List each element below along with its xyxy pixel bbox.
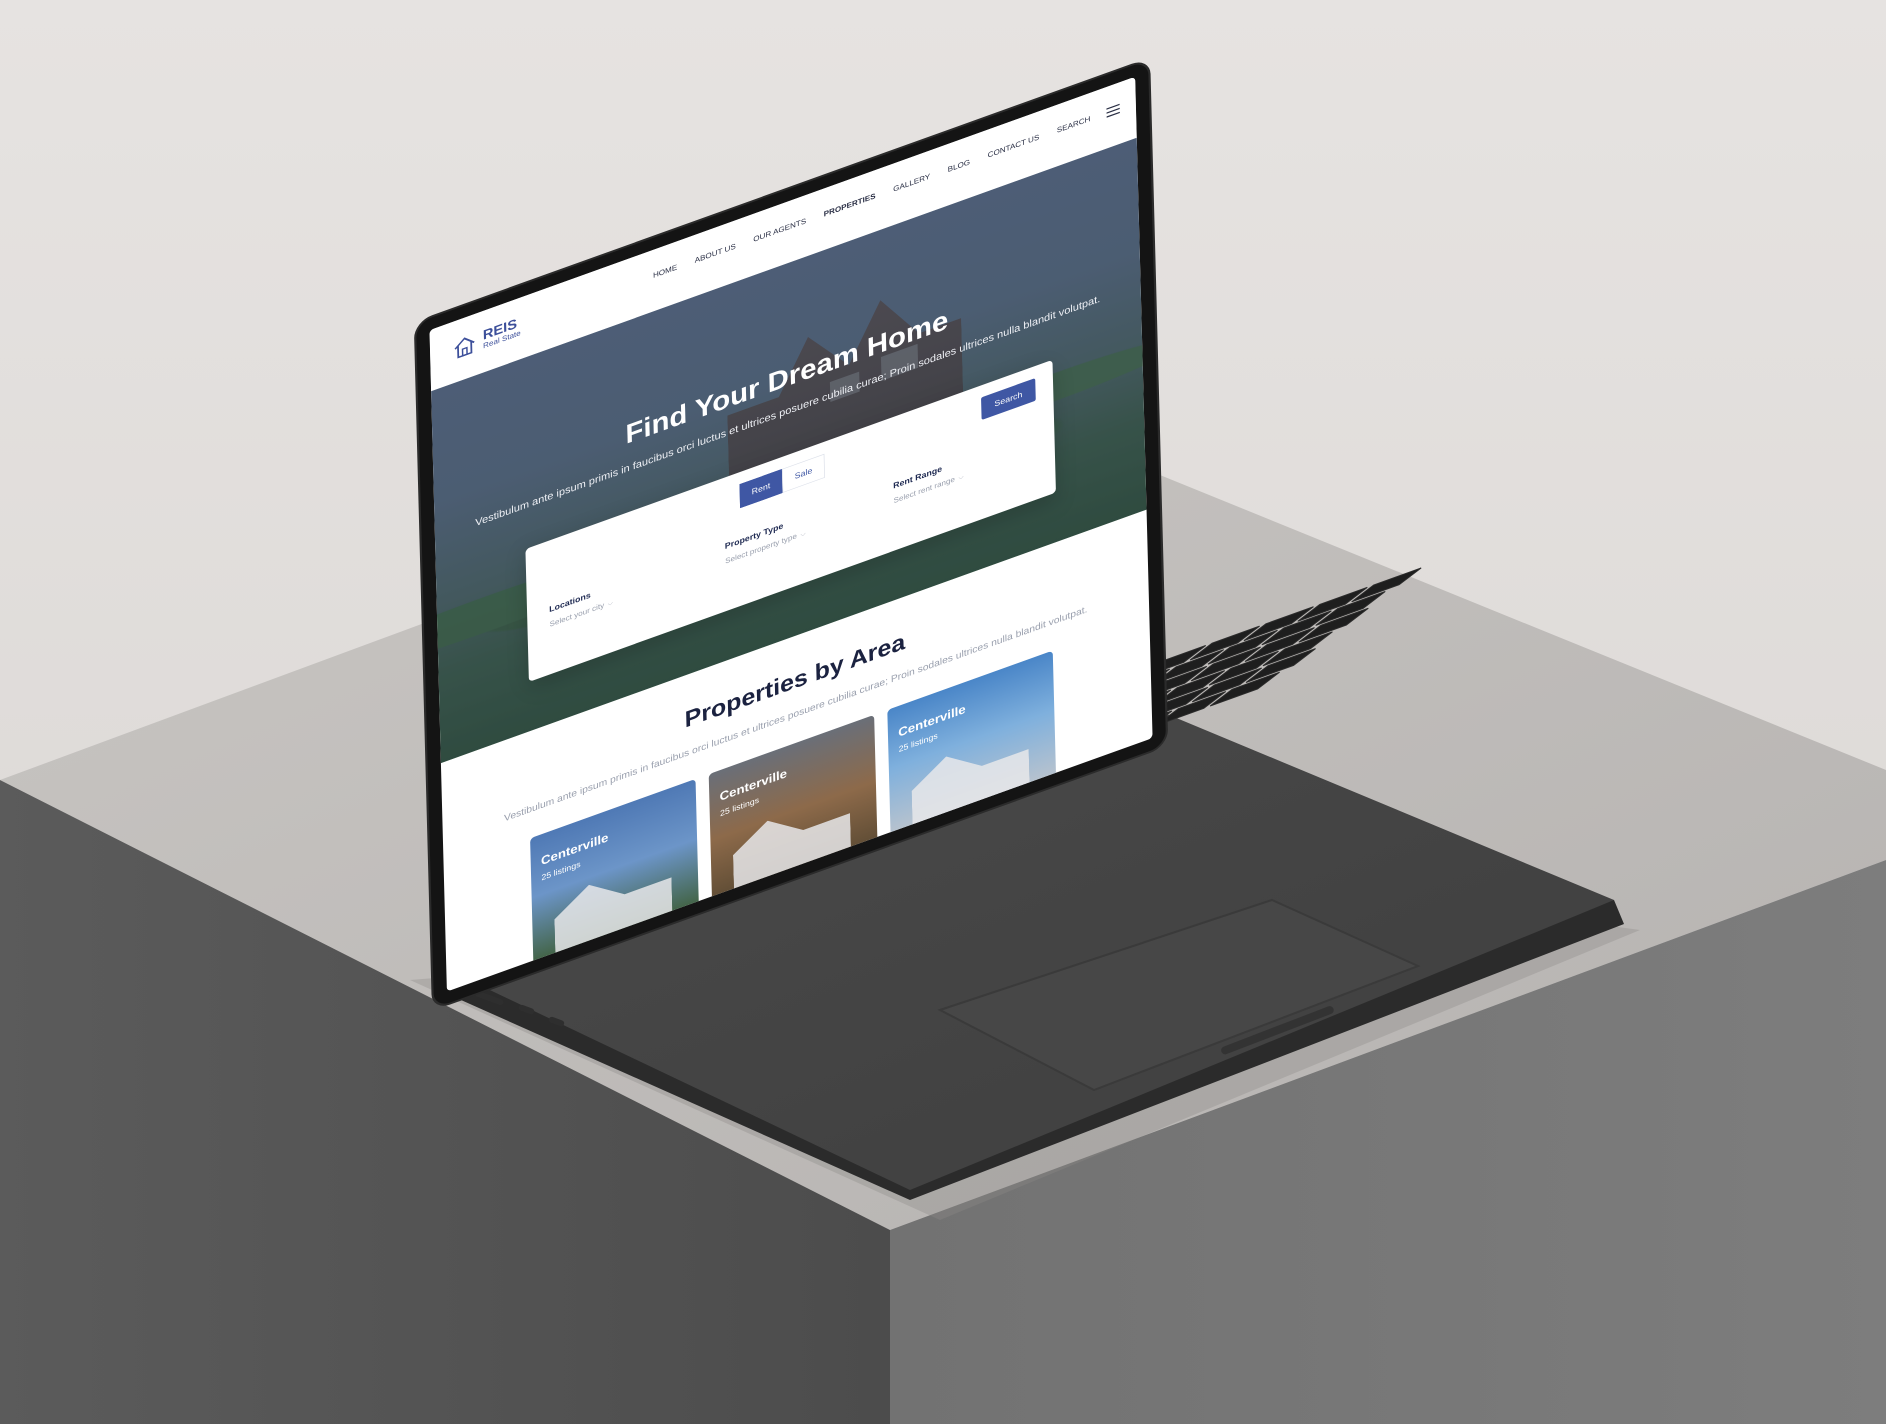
hamburger-icon[interactable] <box>1106 103 1120 118</box>
chevron-down-icon: ⌵ <box>958 472 964 481</box>
chevron-down-icon: ⌵ <box>607 598 613 607</box>
rent-range-field[interactable]: Rent Range Select rent range ⌵ <box>893 456 964 505</box>
house-icon <box>454 337 475 359</box>
nav-item-about-us[interactable]: ABOUT US <box>695 242 736 265</box>
nav-item-properties[interactable]: PROPERTIES <box>824 192 876 219</box>
nav-item-our-agents[interactable]: OUR AGENTS <box>753 217 806 244</box>
tab-sale[interactable]: Sale <box>781 453 826 493</box>
locations-field[interactable]: Locations Select your city ⌵ <box>549 582 613 629</box>
nav-item-blog[interactable]: BLOG <box>948 158 971 174</box>
nav-item-home[interactable]: HOME <box>653 263 677 280</box>
tab-rent[interactable]: Rent <box>739 469 783 509</box>
mockup-scene: REIS Real State HOME ABOUT US OUR AGENTS… <box>0 0 1886 1424</box>
brand-logo[interactable]: REIS Real State <box>452 315 521 362</box>
nav-item-gallery[interactable]: GALLERY <box>893 172 930 193</box>
property-type-field[interactable]: Property Type Select property type ⌵ <box>725 513 806 566</box>
nav-item-contact-us[interactable]: CONTACT US <box>988 133 1040 160</box>
chevron-down-icon: ⌵ <box>800 529 806 538</box>
search-button[interactable]: Search <box>981 378 1036 421</box>
nav-item-search[interactable]: SEARCH <box>1057 115 1091 135</box>
